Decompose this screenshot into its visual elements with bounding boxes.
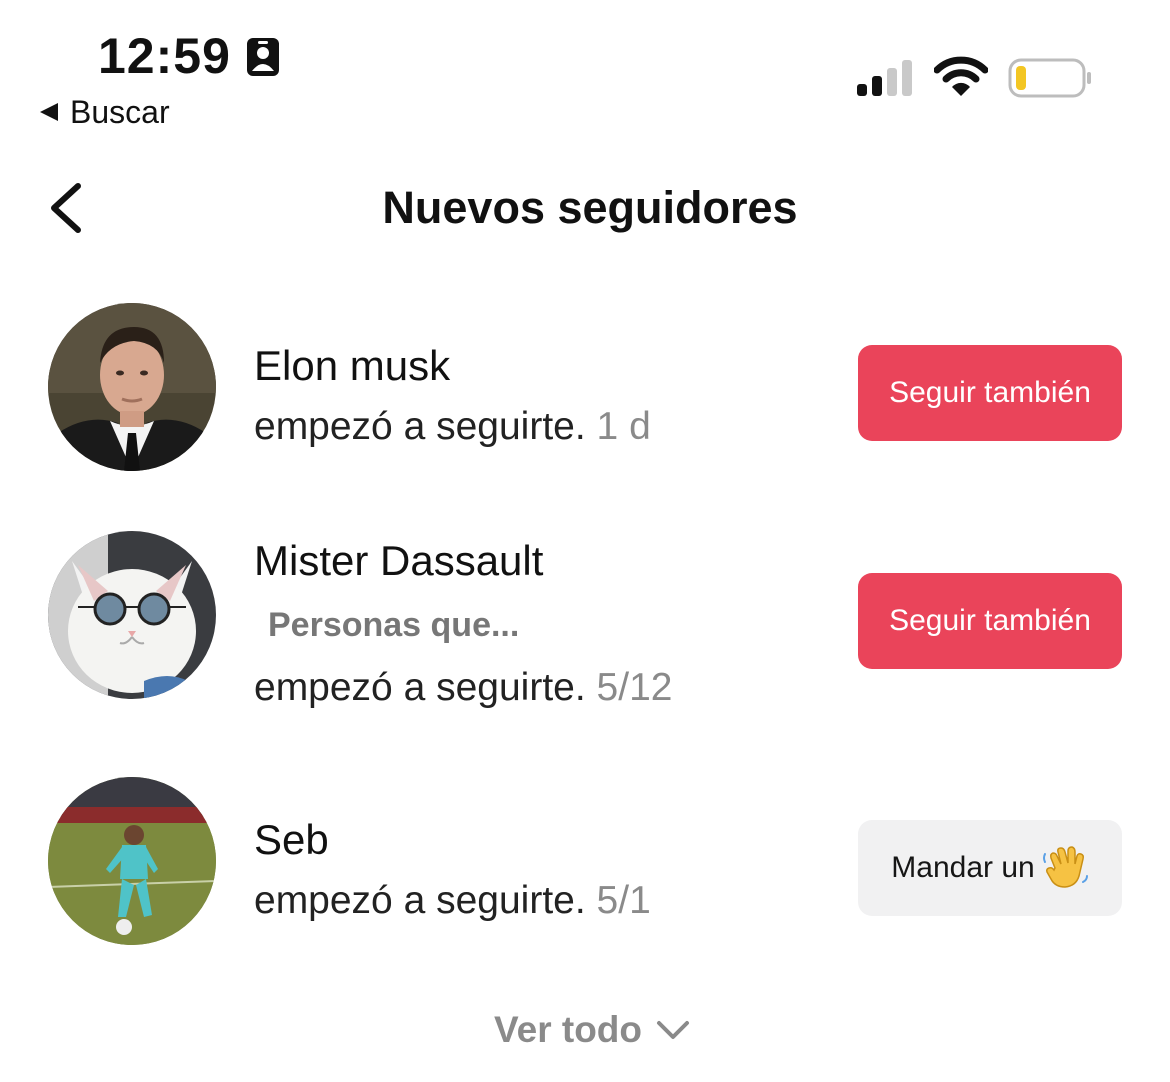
avatar[interactable] <box>48 303 216 471</box>
status-time: 12:59 <box>98 28 231 84</box>
activity-text: empezó a seguirte. <box>254 405 586 448</box>
see-all-link[interactable]: Ver todo <box>0 1008 1170 1052</box>
avatar[interactable] <box>48 531 216 699</box>
send-wave-button[interactable]: Mandar un <box>858 820 1122 916</box>
waving-hand-icon <box>1042 846 1088 888</box>
activity-time: 1 d <box>596 405 651 448</box>
back-triangle-icon <box>40 103 58 121</box>
back-to-search-label: Buscar <box>70 94 170 130</box>
page-title: Nuevos seguidores <box>382 182 798 233</box>
follower-name[interactable]: Seb <box>254 816 329 864</box>
send-wave-label: Mandar un <box>891 851 1035 884</box>
focus-contact-icon <box>247 38 279 76</box>
new-followers-screen: 12:59 Buscar Nuevos seguidores Elon musk… <box>0 0 1170 1082</box>
follow-back-button[interactable]: Seguir también <box>858 573 1122 669</box>
back-to-search-link[interactable]: Buscar <box>38 94 170 130</box>
follower-name[interactable]: Mister Dassault <box>254 537 543 585</box>
follower-name[interactable]: Elon musk <box>254 342 450 390</box>
avatar-photo-cat-with-glasses <box>48 531 216 699</box>
avatar[interactable] <box>48 777 216 945</box>
activity-time: 5/1 <box>596 879 651 922</box>
follow-back-button[interactable]: Seguir también <box>858 345 1122 441</box>
wifi-icon <box>934 56 988 96</box>
follower-activity: empezó a seguirte. 5/1 <box>254 878 651 924</box>
cellular-signal-icon <box>857 60 912 96</box>
activity-time: 5/12 <box>596 666 673 709</box>
follower-activity: empezó a seguirte. 5/12 <box>254 665 672 711</box>
battery-low-icon <box>1008 58 1091 98</box>
follower-activity: empezó a seguirte. 1 d <box>254 404 651 450</box>
avatar-photo-football-player <box>48 777 216 945</box>
avatar-photo-man-in-suit <box>48 303 216 471</box>
see-all-label: Ver todo <box>493 1009 643 1050</box>
activity-text: empezó a seguirte. <box>254 666 586 709</box>
activity-text: empezó a seguirte. <box>254 879 586 922</box>
chevron-down-icon <box>657 1021 690 1039</box>
follower-tagline: Personas que... <box>268 606 520 644</box>
